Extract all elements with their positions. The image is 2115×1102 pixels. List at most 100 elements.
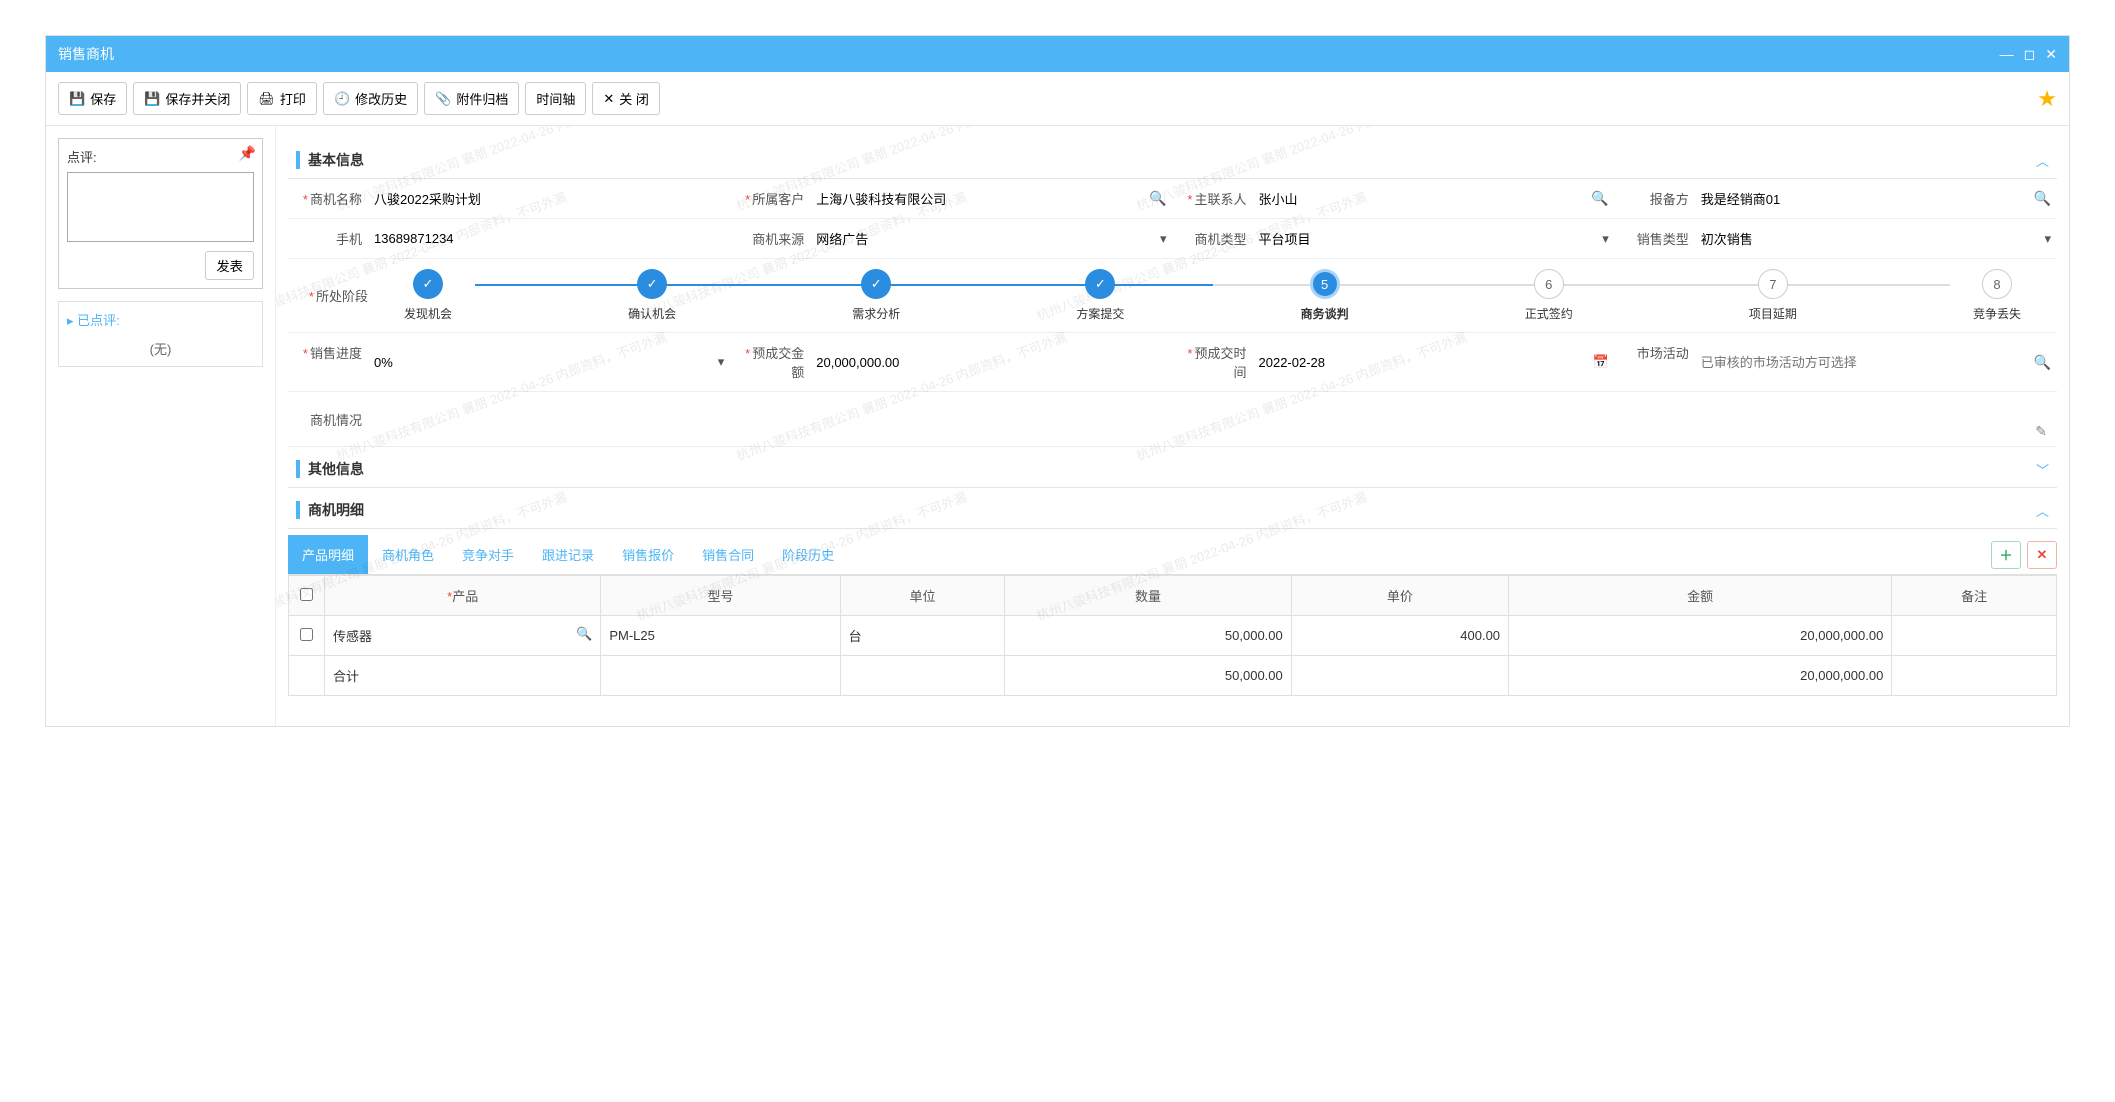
saletype-select[interactable] bbox=[1701, 231, 2041, 246]
section-other-header[interactable]: 其他信息 ﹀ bbox=[288, 451, 2057, 488]
expected-time-input[interactable] bbox=[1259, 355, 1589, 370]
name-label: 商机名称 bbox=[310, 192, 362, 207]
star-icon[interactable]: ★ bbox=[2037, 86, 2057, 112]
section-basic-header[interactable]: 基本信息 ︿ bbox=[288, 142, 2057, 179]
stage-step[interactable]: ✓方案提交 bbox=[1076, 269, 1124, 322]
close-icon[interactable]: ✕ bbox=[2045, 46, 2057, 63]
progress-label: 销售进度 bbox=[310, 346, 362, 361]
search-icon[interactable]: 🔍 bbox=[2034, 190, 2051, 207]
section-other-title: 其他信息 bbox=[308, 459, 364, 479]
section-detail-header[interactable]: 商机明细 ︿ bbox=[288, 492, 2057, 529]
customer-label: 所属客户 bbox=[752, 192, 804, 207]
phone-input[interactable] bbox=[374, 231, 724, 246]
stage-step[interactable]: 6正式签约 bbox=[1525, 269, 1573, 322]
cell-unit: 台 bbox=[840, 616, 1005, 656]
tab-stage-history[interactable]: 阶段历史 bbox=[768, 535, 848, 574]
comments-none: (无) bbox=[67, 339, 254, 358]
attachment-button[interactable]: 📎附件归档 bbox=[424, 82, 519, 115]
toolbar: 💾保存 💾保存并关闭 🖨打印 🕘修改历史 📎附件归档 时间轴 ✕关 闭 ★ bbox=[46, 72, 2069, 126]
market-input[interactable] bbox=[1701, 355, 2030, 370]
stage-step[interactable]: ✓发现机会 bbox=[404, 269, 452, 322]
comments-list: ▸ 已点评: (无) bbox=[58, 301, 263, 367]
tab-competitor[interactable]: 竞争对手 bbox=[448, 535, 528, 574]
chevron-down-icon[interactable]: ﹀ bbox=[2036, 460, 2049, 479]
calendar-icon[interactable]: 📅 bbox=[1593, 354, 1609, 370]
timeline-button[interactable]: 时间轴 bbox=[525, 82, 586, 115]
row-checkbox[interactable] bbox=[300, 628, 313, 641]
save-icon: 💾 bbox=[144, 91, 160, 107]
window-controls: — ◻ ✕ bbox=[2000, 46, 2057, 63]
comment-textarea[interactable] bbox=[67, 172, 254, 242]
cell-price: 400.00 bbox=[1291, 616, 1508, 656]
form-row: 手机 商机来源 ▾ 商机类型 ▾ 销售类型 ▾ bbox=[288, 219, 2057, 259]
comment-box: 📌 点评: 发表 bbox=[58, 138, 263, 289]
expected-amount-label: 预成交金额 bbox=[752, 346, 804, 380]
pin-icon[interactable]: 📌 bbox=[239, 145, 256, 162]
source-select[interactable] bbox=[816, 231, 1156, 246]
stage-step-current[interactable]: 5商务谈判 bbox=[1301, 269, 1349, 322]
chevron-down-icon[interactable]: ▾ bbox=[1160, 231, 1167, 247]
close-button[interactable]: ✕关 闭 bbox=[592, 82, 660, 115]
cell-product: 传感器 bbox=[333, 629, 372, 644]
tab-role[interactable]: 商机角色 bbox=[368, 535, 448, 574]
source-label: 商机来源 bbox=[752, 232, 804, 247]
chevron-up-icon[interactable]: ︿ bbox=[2036, 501, 2049, 520]
section-detail-title: 商机明细 bbox=[308, 500, 364, 520]
col-unit: 单位 bbox=[840, 576, 1005, 616]
tab-product-detail[interactable]: 产品明细 bbox=[288, 535, 368, 574]
tab-contract[interactable]: 销售合同 bbox=[688, 535, 768, 574]
delete-row-button[interactable]: ✕ bbox=[2027, 541, 2057, 569]
maximize-icon[interactable]: ◻ bbox=[2024, 46, 2036, 63]
table-row[interactable]: 传感器🔍 PM-L25 台 50,000.00 400.00 20,000,00… bbox=[289, 616, 2057, 656]
stage-step[interactable]: 8竞争丢失 bbox=[1973, 269, 2021, 322]
total-label: 合计 bbox=[325, 656, 601, 696]
stage-step[interactable]: ✓确认机会 bbox=[628, 269, 676, 322]
minimize-icon[interactable]: — bbox=[2000, 46, 2014, 63]
search-icon[interactable]: 🔍 bbox=[576, 626, 592, 642]
tab-quotation[interactable]: 销售报价 bbox=[608, 535, 688, 574]
situation-label: 商机情况 bbox=[310, 413, 362, 428]
main-pane: 杭州八骏科技有限公司 襄朋 2022-04-26 内部资料，不可外漏 杭州八骏科… bbox=[276, 126, 2069, 726]
contact-input[interactable] bbox=[1259, 191, 1588, 206]
chevron-down-icon[interactable]: ▾ bbox=[1602, 231, 1609, 247]
titlebar: 销售商机 — ◻ ✕ bbox=[46, 36, 2069, 72]
search-icon[interactable]: 🔍 bbox=[1149, 190, 1166, 207]
stage-label: 所处阶段 bbox=[316, 289, 368, 304]
expected-amount-input[interactable] bbox=[816, 355, 1166, 370]
edit-icon[interactable]: ✎ bbox=[2035, 423, 2047, 440]
situation-row: 商机情况 ✎ bbox=[288, 392, 2057, 447]
form-row: *销售进度 ▾ *预成交金额 *预成交时间 📅 市场活动 🔍 bbox=[288, 333, 2057, 392]
body: 📌 点评: 发表 ▸ 已点评: (无) 杭州八骏科技有限公司 襄朋 2022-0… bbox=[46, 126, 2069, 726]
comments-header[interactable]: ▸ 已点评: bbox=[67, 310, 254, 329]
add-row-button[interactable]: ＋ bbox=[1991, 541, 2021, 569]
type-select[interactable] bbox=[1259, 231, 1599, 246]
publish-button[interactable]: 发表 bbox=[205, 251, 254, 280]
tab-followup[interactable]: 跟进记录 bbox=[528, 535, 608, 574]
window-title: 销售商机 bbox=[58, 44, 114, 64]
chevron-down-icon[interactable]: ▾ bbox=[2044, 231, 2051, 247]
print-icon: 🖨 bbox=[258, 91, 275, 107]
cell-amount: 20,000,000.00 bbox=[1509, 616, 1892, 656]
save-button[interactable]: 💾保存 bbox=[58, 82, 127, 115]
check-icon: ✓ bbox=[861, 269, 891, 299]
reporter-label: 报备方 bbox=[1650, 192, 1689, 207]
chevron-down-icon[interactable]: ▾ bbox=[718, 354, 725, 370]
select-all-checkbox[interactable] bbox=[300, 588, 313, 601]
total-amount: 20,000,000.00 bbox=[1509, 656, 1892, 696]
search-icon[interactable]: 🔍 bbox=[2034, 354, 2051, 371]
history-button[interactable]: 🕘修改历史 bbox=[323, 82, 418, 115]
contact-label: 主联系人 bbox=[1194, 192, 1246, 207]
stage-step[interactable]: ✓需求分析 bbox=[852, 269, 900, 322]
save-close-button[interactable]: 💾保存并关闭 bbox=[133, 82, 241, 115]
stage-step[interactable]: 7项目延期 bbox=[1749, 269, 1797, 322]
search-icon[interactable]: 🔍 bbox=[1591, 190, 1608, 207]
reporter-input[interactable] bbox=[1701, 191, 2030, 206]
cell-qty: 50,000.00 bbox=[1005, 616, 1291, 656]
customer-input[interactable] bbox=[816, 191, 1145, 206]
progress-select[interactable] bbox=[374, 355, 714, 370]
paperclip-icon: 📎 bbox=[435, 91, 451, 107]
print-button[interactable]: 🖨打印 bbox=[247, 82, 317, 115]
tabs: 产品明细 商机角色 竞争对手 跟进记录 销售报价 销售合同 阶段历史 ＋ ✕ bbox=[288, 535, 2057, 575]
chevron-up-icon[interactable]: ︿ bbox=[2036, 151, 2049, 170]
name-input[interactable] bbox=[374, 191, 724, 206]
